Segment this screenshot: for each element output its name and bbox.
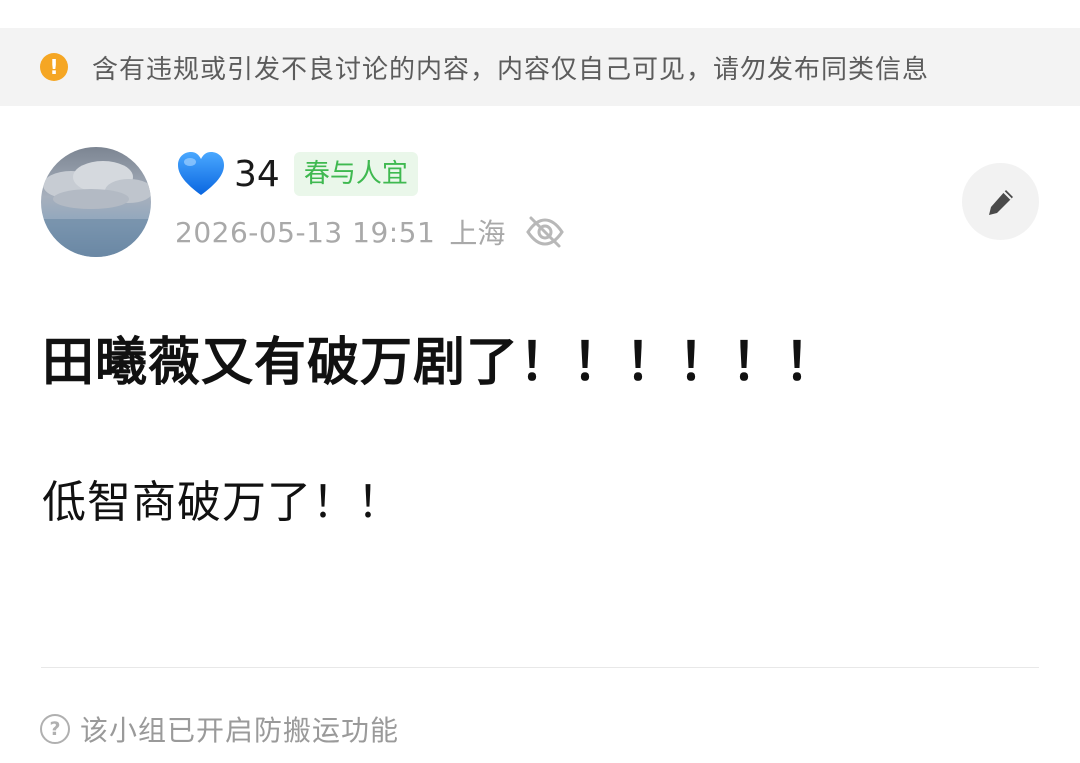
divider <box>41 667 1039 668</box>
post-meta: 2026-05-13 19:51 上海 <box>175 211 565 253</box>
cloud-sky-avatar-image <box>41 147 151 257</box>
post-detail-page: ! 含有违规或引发不良讨论的内容，内容仅自己可见，请勿发布同类信息 34 春与人… <box>0 0 1080 763</box>
avatar[interactable] <box>41 147 151 257</box>
anti-repost-text: 该小组已开启防搬运功能 <box>80 714 400 747</box>
warning-text: 含有违规或引发不良讨论的内容，内容仅自己可见，请勿发布同类信息 <box>92 54 930 85</box>
pencil-icon <box>988 189 1013 215</box>
post-title: 田曦薇又有破万剧了！！！！！！ <box>42 333 838 393</box>
group-badge[interactable]: 春与人宜 <box>293 152 418 196</box>
author-row: 34 春与人宜 <box>176 148 418 200</box>
blue-heart-icon <box>178 152 224 195</box>
post-location: 上海 <box>449 217 506 250</box>
post-timestamp: 2026-05-13 19:51 <box>175 215 436 249</box>
eye-off-icon <box>526 216 565 248</box>
exclamation-icon: ! <box>40 53 68 81</box>
edit-button[interactable] <box>962 163 1039 240</box>
anti-repost-notice[interactable]: ? 该小组已开启防搬运功能 <box>40 710 399 748</box>
nickname[interactable]: 34 <box>234 154 280 195</box>
question-icon: ? <box>40 714 70 744</box>
content-warning-banner: ! 含有违规或引发不良讨论的内容，内容仅自己可见，请勿发布同类信息 <box>0 28 1080 106</box>
post-body: 低智商破万了！！ <box>42 477 402 528</box>
